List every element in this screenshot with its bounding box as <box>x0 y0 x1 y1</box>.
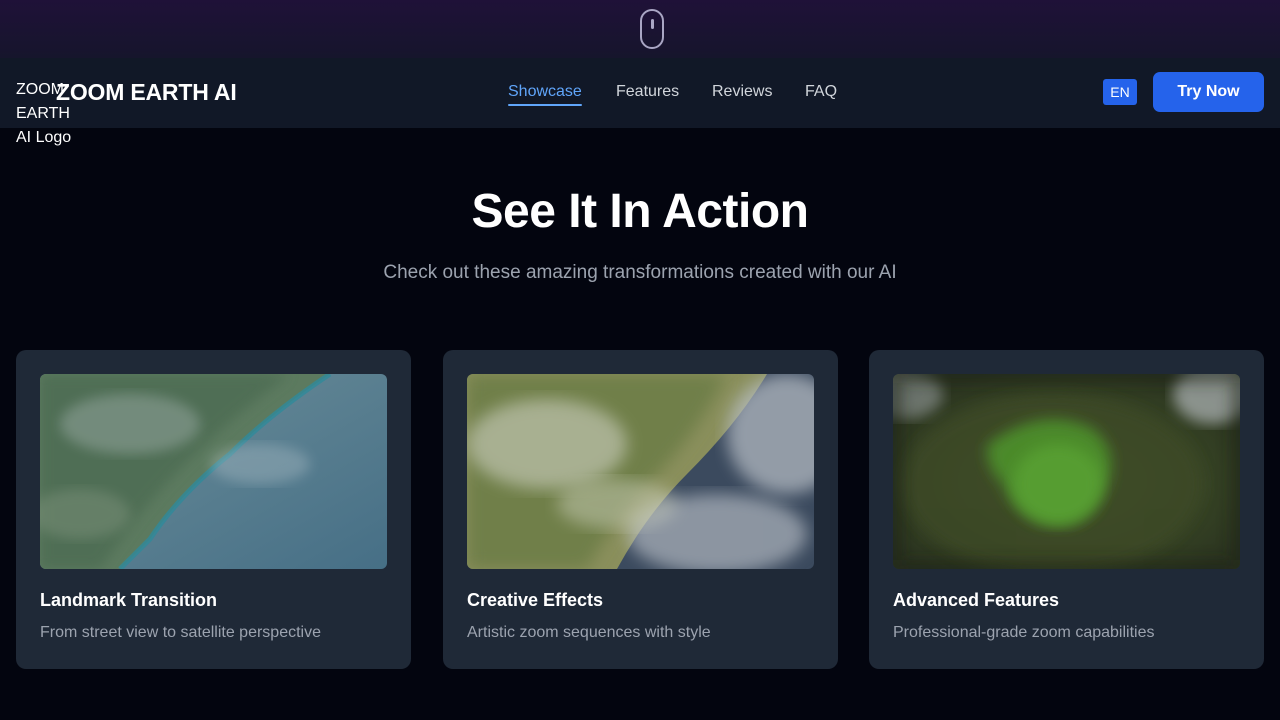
showcase-card-advanced[interactable]: Advanced Features Professional-grade zoo… <box>869 350 1264 669</box>
card-title: Advanced Features <box>893 590 1060 610</box>
card-video-thumbnail[interactable] <box>467 374 814 569</box>
showcase-card-landmark[interactable]: Landmark Transition From street view to … <box>16 350 411 669</box>
showcase-card-creative[interactable]: Creative Effects Artistic zoom sequences… <box>443 350 838 669</box>
card-description: Artistic zoom sequences with style <box>467 624 711 641</box>
section-subtitle: Check out these amazing transformations … <box>383 262 897 283</box>
nav-showcase[interactable]: Showcase <box>508 81 582 106</box>
card-video-thumbnail[interactable] <box>40 374 387 569</box>
card-description: Professional-grade zoom capabilities <box>893 624 1155 641</box>
card-description: From street view to satellite perspectiv… <box>40 624 321 641</box>
section-title: See It In Action <box>471 185 809 238</box>
nav-features[interactable]: Features <box>616 81 679 103</box>
hero-bottom-strip <box>0 0 1280 58</box>
page: ZOOM EARTH AI Logo ZOOM EARTH AI Showcas… <box>0 0 1280 720</box>
nav-links: Showcase Features Reviews FAQ <box>0 81 1280 109</box>
try-now-button[interactable]: Try Now <box>1153 72 1264 112</box>
language-button[interactable]: EN <box>1103 79 1137 105</box>
nav-reviews[interactable]: Reviews <box>712 81 772 103</box>
nav-faq[interactable]: FAQ <box>805 81 837 103</box>
mouse-wheel <box>651 19 654 29</box>
card-title: Creative Effects <box>467 590 604 610</box>
mouse-icon[interactable] <box>640 9 664 49</box>
card-title: Landmark Transition <box>40 590 218 610</box>
card-video-thumbnail[interactable] <box>893 374 1240 569</box>
